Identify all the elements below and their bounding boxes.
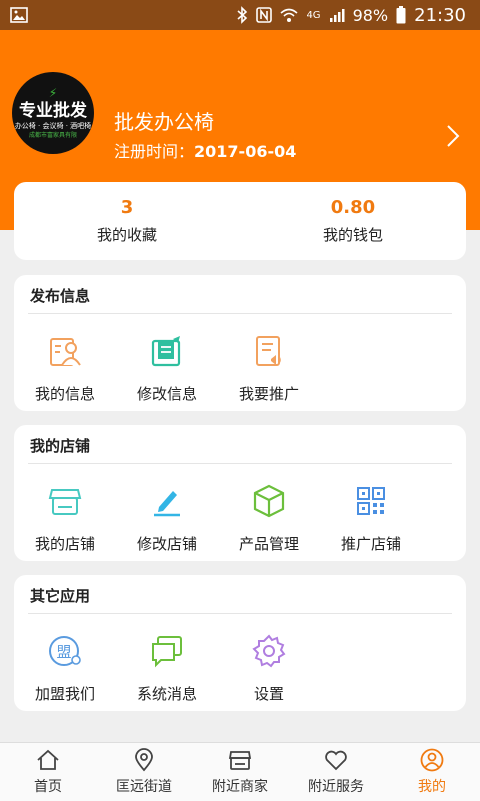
tab-label: 我的 (418, 779, 446, 795)
tab-home[interactable]: 首页 (0, 743, 96, 801)
item-label: 系统消息 (136, 685, 197, 703)
registration-label: 注册时间： (114, 142, 195, 161)
my-shop-item[interactable]: 我的店铺 (14, 469, 116, 554)
favorites-count: 3 (120, 197, 134, 218)
logo-text: 专业批发 (19, 100, 87, 121)
item-label: 我的店铺 (34, 535, 95, 553)
divider (28, 313, 452, 314)
image-notification-icon (10, 7, 28, 23)
tab-label: 附近服务 (308, 779, 364, 795)
wallet-balance: 0.80 (330, 197, 376, 218)
section-title: 其它应用 (30, 587, 91, 605)
edit-document-icon (151, 336, 181, 367)
settings-item[interactable]: 设置 (218, 619, 320, 704)
chevron-right-icon[interactable] (442, 122, 464, 150)
bottom-tab-bar: 首页 匡远街道 附近商家 附近服务 我的 (0, 742, 480, 801)
divider (28, 463, 452, 464)
wallet-label: 我的钱包 (322, 226, 383, 244)
clock: 21:30 (414, 4, 466, 26)
message-icon (152, 636, 182, 668)
item-label: 推广店铺 (340, 535, 401, 553)
item-label: 设置 (253, 685, 284, 703)
heart-icon (325, 750, 347, 771)
section-title: 发布信息 (30, 287, 91, 305)
tab-label: 附近商家 (212, 779, 268, 795)
join-glyph: 盟 (56, 643, 71, 661)
signal-icon (329, 9, 345, 22)
divider (28, 613, 452, 614)
item-label: 我要推广 (238, 385, 299, 403)
bluetooth-icon (237, 6, 248, 24)
qr-code-icon (357, 487, 385, 515)
registration-time: 注册时间：2017-06-04 (114, 138, 296, 162)
profile-card-icon (50, 338, 81, 366)
favorites-label: 我的收藏 (96, 226, 157, 244)
gear-icon (252, 634, 286, 668)
logo-mark-icon: ⚡ (48, 85, 58, 100)
battery-icon (396, 6, 406, 24)
store-icon (228, 751, 252, 770)
my-shop-section: 我的店铺 我的店铺 修改店铺 产品管理 推广店铺 (14, 425, 466, 561)
item-label: 修改信息 (136, 385, 197, 403)
join-us-item[interactable]: 盟 加盟我们 (14, 619, 116, 704)
avatar[interactable]: ⚡ 专业批发 办公椅 · 会议椅 · 酒吧椅 成都市富家具有限 (12, 72, 94, 154)
shop-icon (48, 489, 82, 515)
item-label: 修改店铺 (136, 535, 197, 553)
location-pin-icon (135, 748, 153, 772)
nfc-icon (256, 7, 273, 23)
item-label: 加盟我们 (34, 685, 95, 703)
tab-street[interactable]: 匡远街道 (96, 743, 192, 801)
box-icon (253, 484, 285, 518)
item-label: 产品管理 (238, 535, 299, 553)
edit-shop-item[interactable]: 修改店铺 (116, 469, 218, 554)
edit-info-item[interactable]: 修改信息 (116, 319, 218, 404)
signal-type: 4G (306, 9, 321, 21)
stats-card: 3 我的收藏 0.80 我的钱包 (14, 182, 466, 260)
item-label: 我的信息 (34, 385, 95, 403)
wallet-stat[interactable]: 0.80 我的钱包 (240, 182, 466, 260)
logo-subtext: 办公椅 · 会议椅 · 酒吧椅 (14, 121, 92, 130)
tab-nearby-services[interactable]: 附近服务 (288, 743, 384, 801)
product-manage-item[interactable]: 产品管理 (218, 469, 320, 554)
section-title: 我的店铺 (30, 437, 91, 455)
join-icon: 盟 (49, 636, 81, 666)
my-info-item[interactable]: 我的信息 (14, 319, 116, 404)
tab-label: 匡远街道 (116, 779, 172, 795)
user-icon (420, 748, 444, 772)
system-message-item[interactable]: 系统消息 (116, 619, 218, 704)
status-bar: 4G 98% 21:30 (0, 0, 480, 30)
battery-percent: 98% (352, 5, 389, 25)
tab-mine[interactable]: 我的 (384, 743, 480, 801)
tab-nearby-merchants[interactable]: 附近商家 (192, 743, 288, 801)
promote-shop-item[interactable]: 推广店铺 (320, 469, 422, 554)
promote-item[interactable]: 我要推广 (218, 319, 320, 404)
username: 批发办公椅 (114, 110, 214, 134)
favorites-stat[interactable]: 3 我的收藏 (14, 182, 240, 260)
wifi-icon (280, 8, 298, 22)
home-icon (37, 749, 59, 770)
pen-icon (154, 491, 180, 517)
registration-date: 2017-06-04 (194, 142, 297, 161)
promote-document-icon (256, 336, 281, 366)
publish-info-section: 发布信息 我的信息 修改信息 我要推广 (14, 275, 466, 411)
other-apps-section: 其它应用 盟 加盟我们 系统消息 设置 (14, 575, 466, 711)
tab-label: 首页 (34, 779, 62, 795)
logo-company: 成都市富家具有限 (28, 131, 77, 139)
